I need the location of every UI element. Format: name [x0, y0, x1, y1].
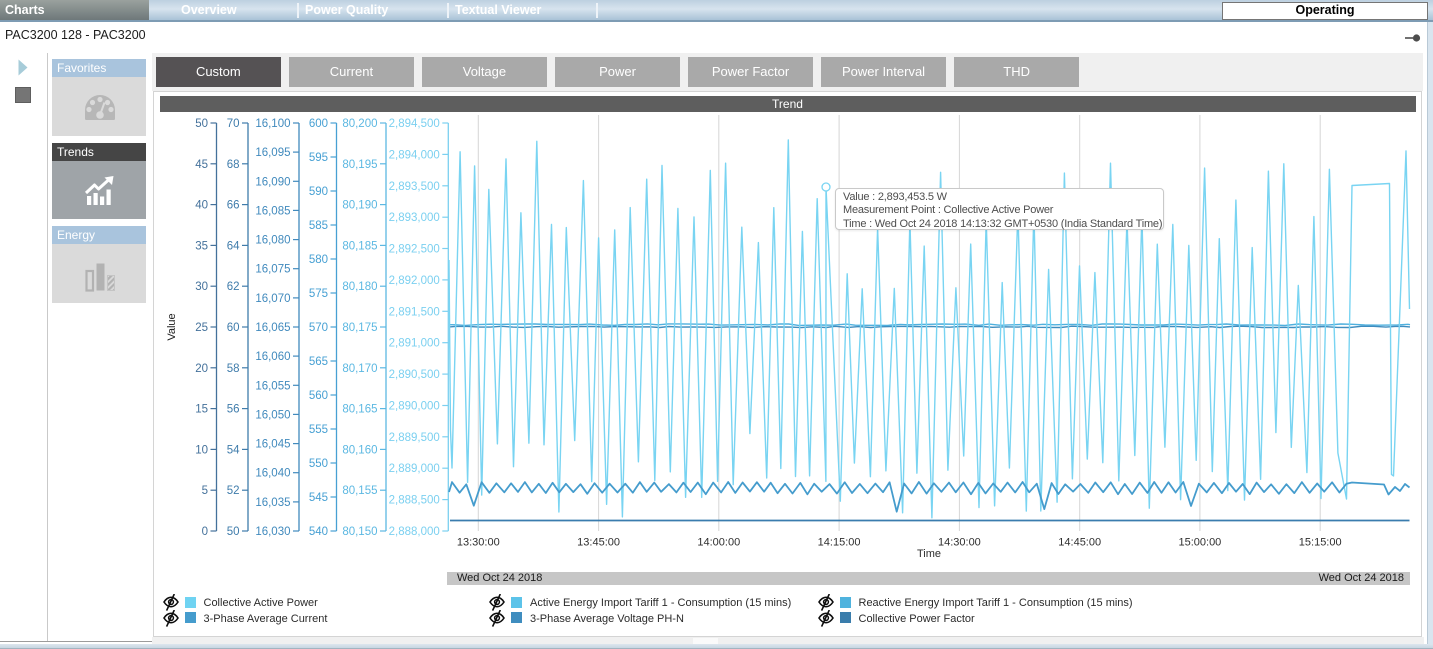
svg-text:2,890,500: 2,890,500 [389, 369, 440, 381]
svg-text:16,045: 16,045 [255, 439, 290, 451]
svg-text:62: 62 [227, 281, 240, 293]
svg-text:2,892,000: 2,892,000 [389, 275, 440, 287]
svg-text:13:45:00: 13:45:00 [577, 537, 620, 549]
svg-text:0: 0 [202, 526, 208, 538]
svg-text:14:30:00: 14:30:00 [938, 537, 981, 549]
svg-text:64: 64 [227, 240, 240, 252]
svg-text:16,065: 16,065 [255, 322, 290, 334]
svg-text:16,075: 16,075 [255, 264, 290, 276]
svg-text:70: 70 [227, 118, 240, 130]
svg-text:52: 52 [227, 485, 240, 497]
svg-text:54: 54 [227, 444, 240, 456]
svg-text:2,893,500: 2,893,500 [389, 181, 440, 193]
svg-text:45: 45 [195, 159, 208, 171]
svg-text:2,889,500: 2,889,500 [389, 432, 440, 444]
svg-text:2,891,000: 2,891,000 [389, 338, 440, 350]
svg-text:550: 550 [309, 458, 328, 470]
svg-text:66: 66 [227, 200, 240, 212]
svg-text:80,150: 80,150 [342, 526, 377, 538]
svg-text:2,888,500: 2,888,500 [389, 495, 440, 507]
svg-text:40: 40 [195, 200, 208, 212]
svg-text:5: 5 [202, 485, 208, 497]
svg-text:14:00:00: 14:00:00 [697, 537, 740, 549]
svg-text:80,200: 80,200 [342, 118, 377, 130]
svg-text:80,160: 80,160 [342, 444, 377, 456]
svg-text:2,888,000: 2,888,000 [389, 526, 440, 538]
svg-text:50: 50 [227, 526, 240, 538]
svg-text:2,890,000: 2,890,000 [389, 401, 440, 413]
svg-text:565: 565 [309, 356, 328, 368]
svg-text:560: 560 [309, 390, 328, 402]
svg-text:2,894,500: 2,894,500 [389, 118, 440, 130]
svg-text:30: 30 [195, 281, 208, 293]
svg-text:580: 580 [309, 254, 328, 266]
svg-text:16,100: 16,100 [255, 118, 290, 130]
svg-text:25: 25 [195, 322, 208, 334]
svg-text:16,070: 16,070 [255, 293, 290, 305]
svg-text:80,155: 80,155 [342, 485, 377, 497]
svg-text:80,165: 80,165 [342, 404, 377, 416]
svg-text:595: 595 [309, 152, 328, 164]
svg-text:2,894,000: 2,894,000 [389, 149, 440, 161]
svg-text:16,035: 16,035 [255, 497, 290, 509]
svg-text:540: 540 [309, 526, 328, 538]
svg-text:13:30:00: 13:30:00 [457, 537, 500, 549]
svg-text:Value: Value [166, 313, 178, 340]
svg-text:2,891,500: 2,891,500 [389, 306, 440, 318]
svg-text:58: 58 [227, 363, 240, 375]
svg-text:545: 545 [309, 492, 328, 504]
svg-text:15: 15 [195, 404, 208, 416]
svg-text:16,030: 16,030 [255, 526, 290, 538]
svg-text:555: 555 [309, 424, 328, 436]
svg-text:16,080: 16,080 [255, 235, 290, 247]
svg-text:80,170: 80,170 [342, 363, 377, 375]
svg-text:80,195: 80,195 [342, 159, 377, 171]
svg-text:80,180: 80,180 [342, 281, 377, 293]
svg-text:590: 590 [309, 186, 328, 198]
svg-text:600: 600 [309, 118, 328, 130]
svg-text:80,190: 80,190 [342, 200, 377, 212]
svg-text:60: 60 [227, 322, 240, 334]
svg-text:575: 575 [309, 288, 328, 300]
svg-text:2,892,500: 2,892,500 [389, 244, 440, 256]
svg-text:80,175: 80,175 [342, 322, 377, 334]
svg-text:16,060: 16,060 [255, 351, 290, 363]
svg-text:2,889,000: 2,889,000 [389, 463, 440, 475]
svg-text:50: 50 [195, 118, 208, 130]
svg-text:20: 20 [195, 363, 208, 375]
svg-text:56: 56 [227, 404, 240, 416]
svg-text:Time: Time [917, 548, 941, 560]
svg-text:2,893,000: 2,893,000 [389, 212, 440, 224]
svg-text:35: 35 [195, 240, 208, 252]
svg-text:10: 10 [195, 444, 208, 456]
svg-text:585: 585 [309, 220, 328, 232]
svg-text:15:15:00: 15:15:00 [1299, 537, 1342, 549]
svg-text:14:45:00: 14:45:00 [1058, 537, 1101, 549]
svg-text:570: 570 [309, 322, 328, 334]
svg-text:16,095: 16,095 [255, 147, 290, 159]
svg-text:68: 68 [227, 159, 240, 171]
svg-text:16,090: 16,090 [255, 176, 290, 188]
svg-text:16,085: 16,085 [255, 205, 290, 217]
svg-text:16,050: 16,050 [255, 409, 290, 421]
svg-text:80,185: 80,185 [342, 240, 377, 252]
svg-text:15:00:00: 15:00:00 [1178, 537, 1221, 549]
svg-text:16,040: 16,040 [255, 468, 290, 480]
svg-text:16,055: 16,055 [255, 380, 290, 392]
svg-text:14:15:00: 14:15:00 [818, 537, 861, 549]
